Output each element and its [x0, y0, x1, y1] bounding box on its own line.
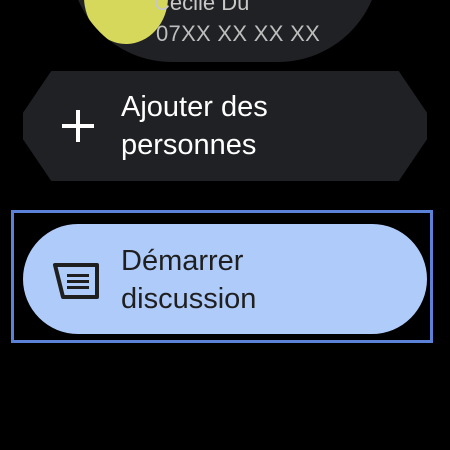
contact-phone: 07XX XX XX XX — [156, 21, 321, 46]
contact-chip[interactable]: Cécile Du 07XX XX XX XX — [70, 0, 380, 62]
watch-screen: Cécile Du 07XX XX XX XX Ajouter des pers… — [0, 0, 450, 450]
start-discussion-button[interactable]: Démarrer discussion — [23, 224, 427, 334]
add-people-label: Ajouter des personnes — [121, 91, 268, 161]
start-discussion-label: Démarrer discussion — [121, 245, 257, 315]
chat-message-icon — [53, 263, 101, 299]
contact-name: Cécile Du — [154, 0, 250, 15]
add-people-button[interactable]: Ajouter des personnes — [23, 71, 427, 181]
plus-icon — [61, 109, 95, 143]
